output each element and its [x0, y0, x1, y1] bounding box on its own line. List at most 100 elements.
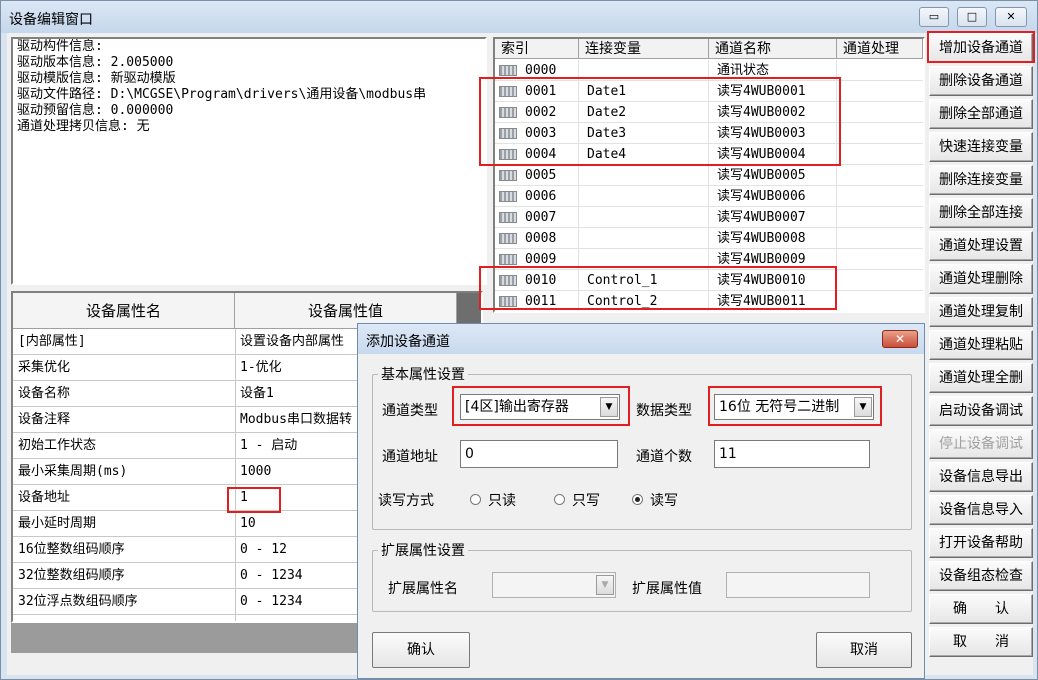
column-divider: [708, 102, 709, 123]
open-device-help-button[interactable]: 打开设备帮助: [929, 528, 1033, 558]
channel-index: 0008: [525, 231, 557, 246]
channel-row[interactable]: 0005 读写4WUB0005: [495, 165, 923, 186]
device-edit-window: 设备编辑窗口 ▭ □ ✕ 驱动构件信息: 驱动版本信息: 2.005000 驱动…: [0, 0, 1038, 680]
channel-row[interactable]: 0006 读写4WUB0006: [495, 186, 923, 207]
channel-process-delete-all-button[interactable]: 通道处理全删: [929, 363, 1033, 393]
col-variable-header[interactable]: 连接变量: [579, 39, 709, 59]
chevron-down-icon[interactable]: ▼: [596, 575, 614, 595]
column-divider: [708, 144, 709, 165]
channel-row[interactable]: 0009 读写4WUB0009: [495, 249, 923, 270]
delete-link-variable-button[interactable]: 删除连接变量: [929, 165, 1033, 195]
driver-info-panel[interactable]: 驱动构件信息: 驱动版本信息: 2.005000 驱动模版信息: 新驱动模版 驱…: [11, 37, 487, 285]
channel-icon: [499, 254, 517, 265]
channel-icon: [499, 296, 517, 307]
channel-name: 读写4WUB0005: [717, 168, 806, 183]
channel-process-copy-button[interactable]: 通道处理复制: [929, 297, 1033, 327]
channel-row[interactable]: 0003 Date3 读写4WUB0003: [495, 123, 923, 144]
ext-value-label: 扩展属性值: [632, 581, 702, 597]
col-processing-header[interactable]: 通道处理: [837, 39, 923, 59]
property-name: 设备地址: [18, 490, 71, 505]
dialog-cancel-button[interactable]: 取消: [816, 632, 912, 668]
channel-index: 0004: [525, 147, 557, 162]
column-divider: [708, 291, 709, 311]
ext-name-select[interactable]: ▼: [492, 572, 616, 598]
dialog-ok-button[interactable]: 确认: [372, 632, 470, 668]
channel-icon: [499, 107, 517, 118]
driver-info-line: 驱动模版信息: 新驱动模版: [17, 71, 176, 86]
column-divider: [836, 291, 837, 311]
column-divider: [836, 270, 837, 291]
channel-index: 0010: [525, 273, 557, 288]
column-divider: [836, 249, 837, 270]
delete-all-links-button[interactable]: 删除全部连接: [929, 198, 1033, 228]
channel-process-settings-button[interactable]: 通道处理设置: [929, 231, 1033, 261]
channel-variable: [583, 186, 709, 207]
extended-properties-label: 扩展属性设置: [378, 540, 468, 560]
title-bar[interactable]: 设备编辑窗口 ▭ □ ✕: [1, 1, 1037, 33]
channel-address-input[interactable]: 0: [460, 440, 618, 468]
radio-read-write[interactable]: [632, 494, 643, 505]
column-divider: [578, 81, 579, 102]
ext-value-input[interactable]: [726, 572, 870, 598]
column-divider: [836, 165, 837, 186]
stop-debug-button[interactable]: 停止设备调试: [929, 429, 1033, 459]
import-device-info-button[interactable]: 设备信息导入: [929, 495, 1033, 525]
channel-name: 读写4WUB0002: [717, 105, 806, 120]
col-index-header[interactable]: 索引: [495, 39, 579, 59]
read-write-label[interactable]: 读写: [650, 490, 678, 510]
export-device-info-button[interactable]: 设备信息导出: [929, 462, 1033, 492]
cancel-button[interactable]: 取 消: [929, 627, 1033, 657]
data-type-label: 数据类型: [636, 403, 692, 419]
dialog-title-bar[interactable]: 添加设备通道 ✕: [358, 324, 924, 354]
radio-write-only[interactable]: [554, 494, 565, 505]
dialog-close-button[interactable]: ✕: [882, 330, 918, 348]
channel-process-paste-button[interactable]: 通道处理粘贴: [929, 330, 1033, 360]
rw-mode-label: 读写方式: [378, 493, 434, 509]
add-channel-button[interactable]: 增加设备通道: [929, 33, 1033, 63]
radio-read-only[interactable]: [470, 494, 481, 505]
delete-channel-button[interactable]: 删除设备通道: [929, 66, 1033, 96]
channel-row[interactable]: 0011 Control_2 读写4WUB0011: [495, 291, 923, 311]
column-divider: [708, 207, 709, 228]
channel-type-select[interactable]: [4区]输出寄存器 ▼: [460, 394, 620, 420]
col-channel-name-header[interactable]: 通道名称: [709, 39, 837, 59]
channel-row[interactable]: 0007 读写4WUB0007: [495, 207, 923, 228]
channel-count-input[interactable]: 11: [714, 440, 870, 468]
data-type-select[interactable]: 16位 无符号二进制 ▼: [714, 394, 874, 420]
channel-address-label: 通道地址: [382, 449, 438, 465]
channel-icon: [499, 128, 517, 139]
property-name-header[interactable]: 设备属性名: [13, 293, 235, 329]
write-only-label[interactable]: 只写: [572, 490, 600, 510]
channel-variable: Date4: [587, 147, 627, 162]
channel-index: 0007: [525, 210, 557, 225]
read-only-label[interactable]: 只读: [488, 490, 516, 510]
quick-link-variable-button[interactable]: 快速连接变量: [929, 132, 1033, 162]
delete-all-channels-button[interactable]: 删除全部通道: [929, 99, 1033, 129]
column-divider: [836, 207, 837, 228]
channel-process-delete-button[interactable]: 通道处理删除: [929, 264, 1033, 294]
channel-row[interactable]: 0008 读写4WUB0008: [495, 228, 923, 249]
close-button[interactable]: ✕: [995, 7, 1027, 27]
channel-processing: [841, 81, 921, 102]
minimize-button[interactable]: ▭: [919, 7, 949, 27]
channel-row[interactable]: 0001 Date1 读写4WUB0001: [495, 81, 923, 102]
channel-icon: [499, 149, 517, 160]
maximize-button[interactable]: □: [957, 7, 987, 27]
column-divider: [836, 123, 837, 144]
channel-row[interactable]: 0002 Date2 读写4WUB0002: [495, 102, 923, 123]
confirm-button[interactable]: 确 认: [929, 594, 1033, 624]
channel-index: 0001: [525, 84, 557, 99]
driver-info-line: 通道处理拷贝信息: 无: [17, 119, 150, 134]
device-config-check-button[interactable]: 设备组态检查: [929, 561, 1033, 591]
channel-row[interactable]: 0004 Date4 读写4WUB0004: [495, 144, 923, 165]
chevron-down-icon[interactable]: ▼: [854, 397, 872, 417]
chevron-down-icon[interactable]: ▼: [600, 397, 618, 417]
channel-name: 读写4WUB0006: [717, 189, 806, 204]
channel-row[interactable]: 0000 通讯状态: [495, 60, 923, 81]
column-divider: [708, 81, 709, 102]
channel-row[interactable]: 0010 Control_1 读写4WUB0010: [495, 270, 923, 291]
channel-index: 0009: [525, 252, 557, 267]
column-divider: [578, 165, 579, 186]
start-debug-button[interactable]: 启动设备调试: [929, 396, 1033, 426]
channel-processing: [841, 228, 921, 249]
